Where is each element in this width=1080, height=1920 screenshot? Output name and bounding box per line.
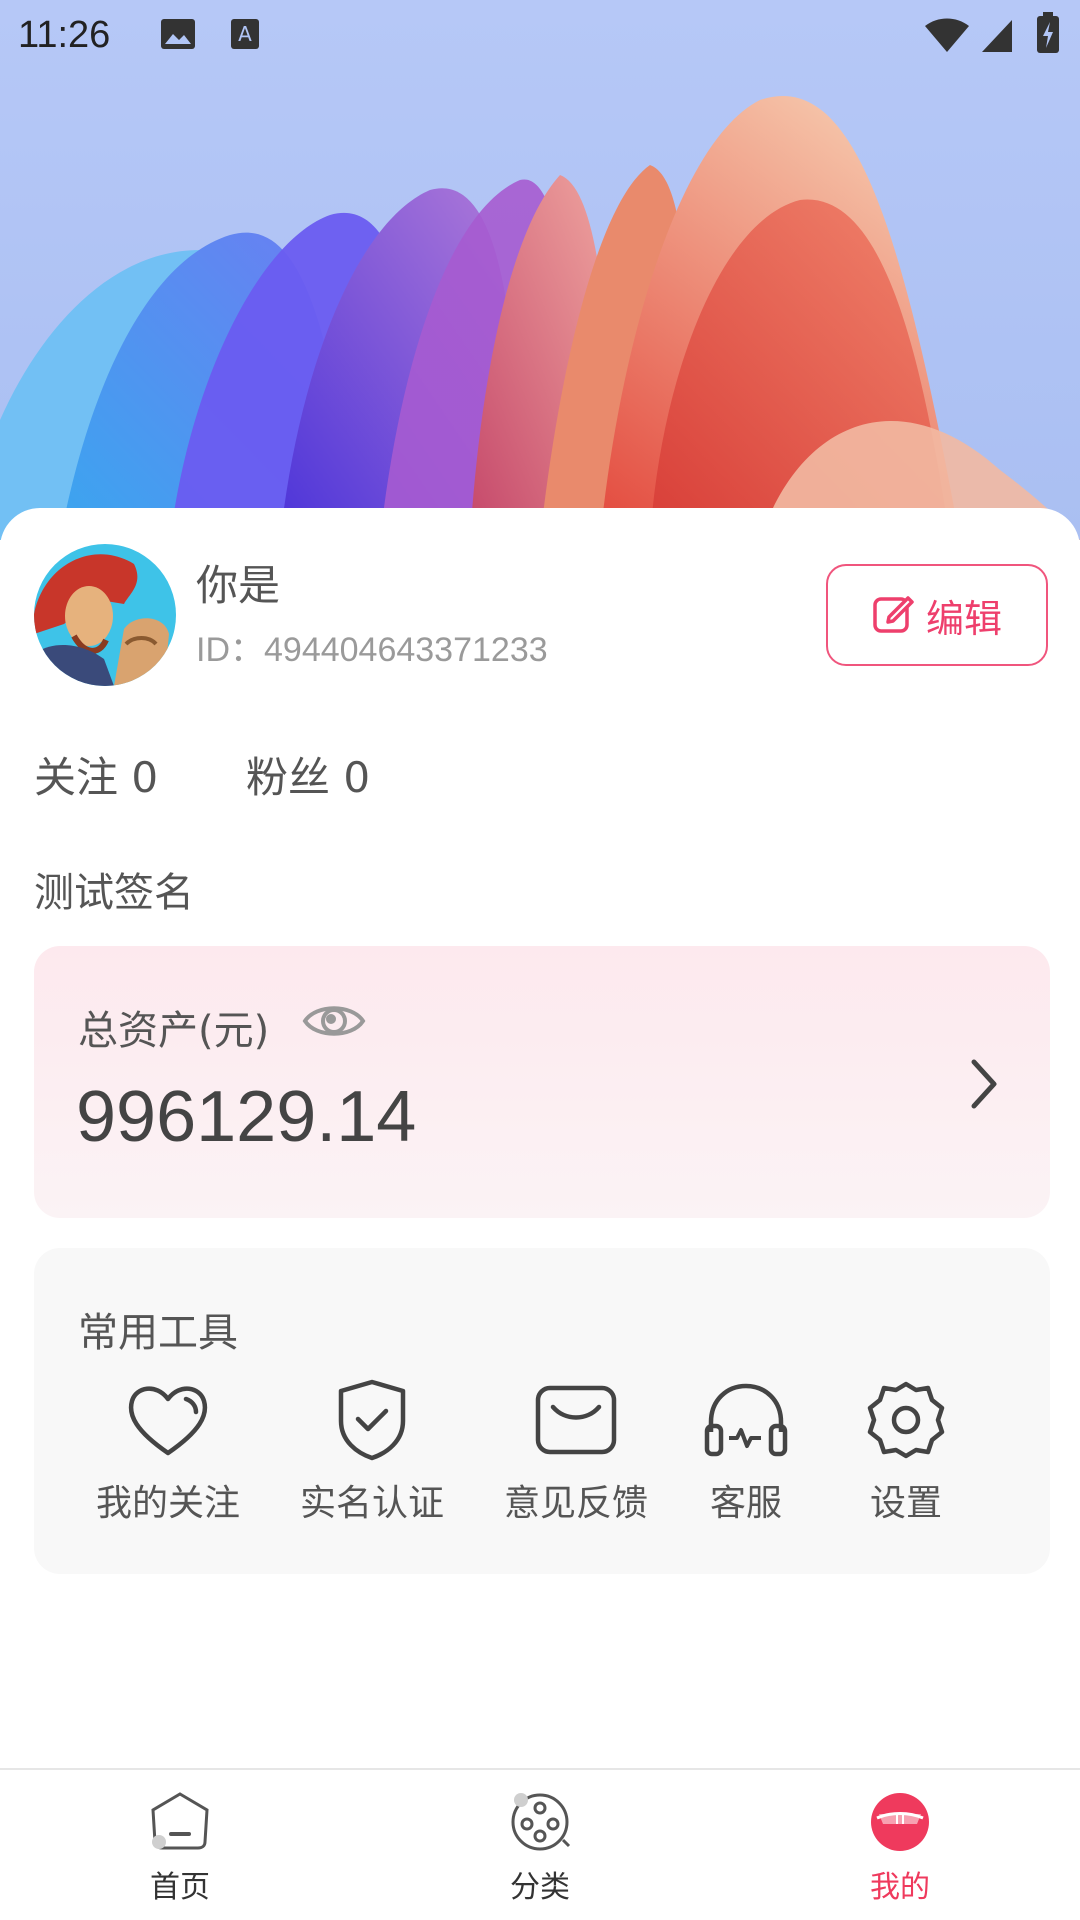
user-id: ID：494404643371233 (196, 631, 548, 669)
battery-charging-icon (1036, 12, 1060, 58)
total-assets-title: 总资产(元) (78, 1008, 270, 1054)
gear-icon (861, 1378, 951, 1462)
tab-home[interactable]: 首页 (100, 1790, 260, 1906)
profile-icon (867, 1790, 933, 1856)
tool-settings[interactable]: 设置 (816, 1378, 996, 1526)
total-assets-card[interactable]: 总资产(元) 996129.14 (34, 946, 1050, 1218)
total-assets-value: 996129.14 (76, 1077, 417, 1157)
chevron-right-icon[interactable] (964, 1056, 1004, 1116)
tool-label: 设置 (869, 1483, 942, 1524)
tab-label: 我的 (870, 1870, 930, 1905)
tool-my-follows[interactable]: 我的关注 (78, 1378, 258, 1526)
followers-count[interactable]: 粉丝 0 (246, 744, 370, 805)
edit-icon (872, 592, 914, 638)
tool-label: 客服 (709, 1483, 782, 1524)
tool-customer-service[interactable]: 客服 (656, 1378, 836, 1526)
header-wallpaper (0, 0, 1080, 540)
wallpaper-art (0, 96, 1080, 540)
shield-check-icon (327, 1378, 417, 1462)
heart-icon (123, 1378, 213, 1462)
message-box-icon (531, 1378, 621, 1462)
username: 你是 (196, 561, 281, 610)
headset-icon (701, 1378, 791, 1462)
eye-icon[interactable] (302, 996, 366, 1050)
tab-category[interactable]: 分类 (460, 1790, 620, 1906)
tab-label: 分类 (510, 1870, 570, 1905)
film-reel-icon (507, 1790, 573, 1856)
signal-icon (980, 18, 1014, 58)
tool-label: 实名认证 (299, 1483, 444, 1524)
tool-label: 我的关注 (95, 1483, 240, 1524)
signature: 测试签名 (34, 870, 194, 916)
tab-mine[interactable]: 我的 (820, 1790, 980, 1906)
image-icon (160, 18, 196, 54)
tool-feedback[interactable]: 意见反馈 (486, 1378, 666, 1526)
wifi-icon (924, 18, 970, 58)
avatar-image (34, 544, 176, 686)
common-tools-card: 常用工具 我的关注 实名认证 意见反馈 客服 设置 (34, 1248, 1050, 1574)
avatar[interactable] (34, 544, 176, 686)
edit-profile-button[interactable]: 编辑 (826, 564, 1048, 666)
tab-label: 首页 (150, 1870, 210, 1905)
tool-label: 意见反馈 (503, 1483, 648, 1524)
bottom-tab-bar: 首页 分类 我的 (0, 1768, 1080, 1920)
home-icon (147, 1790, 213, 1856)
svg-text:A: A (238, 22, 252, 46)
tool-real-name-verification[interactable]: 实名认证 (282, 1378, 462, 1526)
status-time: 11:26 (18, 14, 111, 56)
status-bar: 11:26 A (0, 0, 1080, 72)
following-count[interactable]: 关注 0 (34, 744, 158, 805)
keyboard-a-icon: A (230, 18, 260, 54)
common-tools-title: 常用工具 (78, 1310, 238, 1356)
edit-label: 编辑 (925, 596, 1002, 641)
